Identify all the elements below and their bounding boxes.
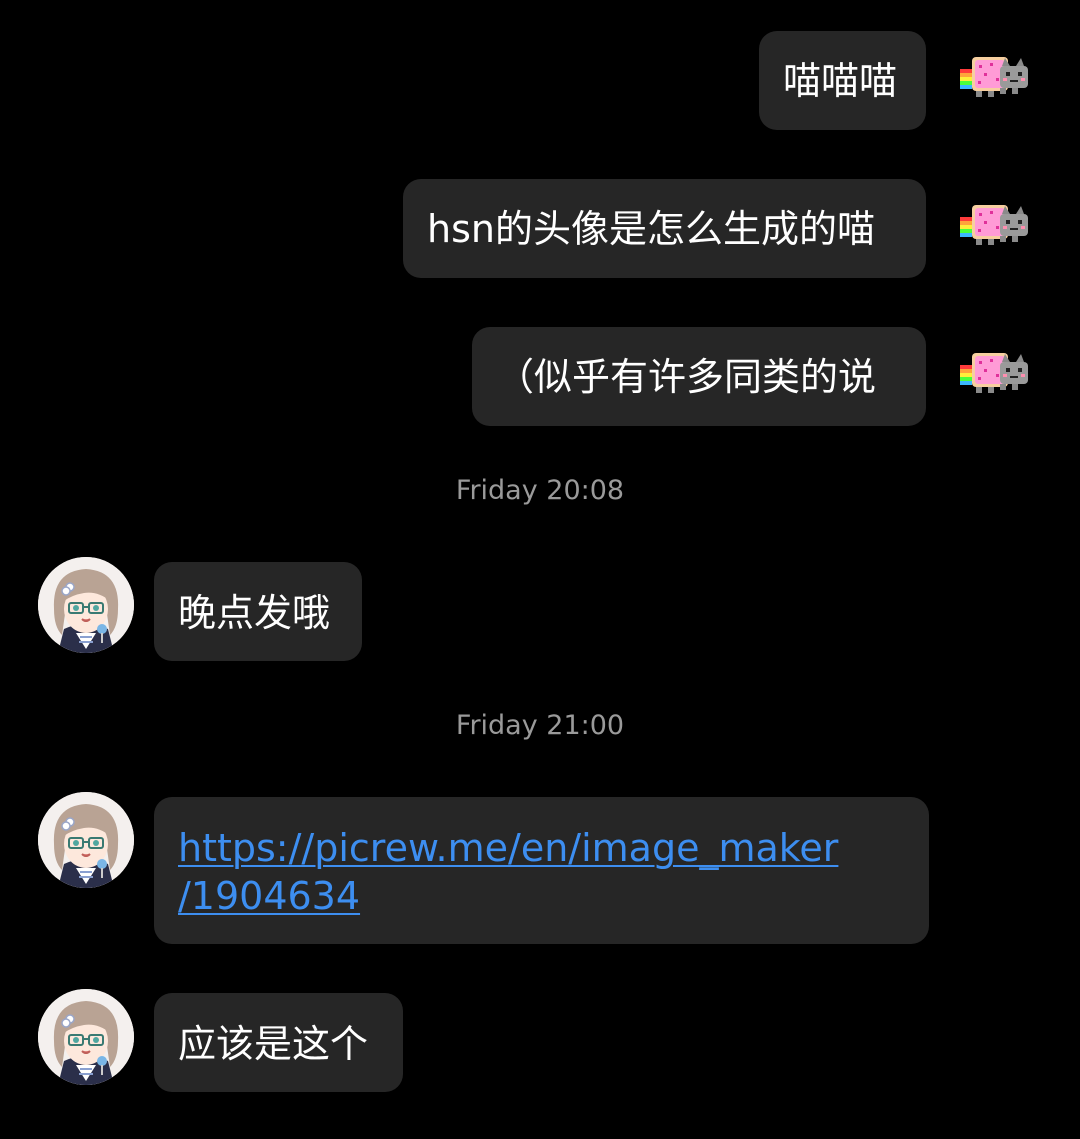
chat-thread: 喵喵喵 hsn的头像是怎么生成的喵 （似乎有许多同类的说 Friday 20:0… — [0, 0, 1080, 1139]
message-bubble-incoming[interactable]: 晚点发哦 — [154, 562, 362, 661]
nyan-cat-icon[interactable] — [960, 200, 1032, 252]
timestamp: Friday 21:00 — [455, 710, 625, 741]
nyan-cat-icon[interactable] — [960, 348, 1032, 400]
link-line-2: /1904634 — [178, 874, 361, 918]
message-text: 喵喵喵 — [783, 59, 898, 103]
message-link[interactable]: https://picrew.me/en/image_maker /190463… — [178, 824, 907, 920]
message-text: （似乎有许多同类的说 — [496, 355, 877, 399]
link-line-1: https://picrew.me/en/image_maker — [178, 826, 839, 870]
message-text: 应该是这个 — [178, 1022, 369, 1066]
message-bubble-outgoing[interactable]: hsn的头像是怎么生成的喵 — [403, 179, 926, 278]
timestamp: Friday 20:08 — [455, 475, 625, 506]
message-bubble-incoming[interactable]: 应该是这个 — [154, 993, 403, 1092]
message-bubble-outgoing[interactable]: （似乎有许多同类的说 — [472, 327, 926, 426]
avatar[interactable] — [38, 989, 134, 1085]
avatar[interactable] — [38, 792, 134, 888]
avatar[interactable] — [38, 557, 134, 653]
message-text: 晚点发哦 — [178, 591, 331, 635]
nyan-cat-icon[interactable] — [960, 52, 1032, 104]
message-bubble-outgoing[interactable]: 喵喵喵 — [759, 31, 926, 130]
message-bubble-incoming[interactable]: https://picrew.me/en/image_maker /190463… — [154, 797, 929, 944]
message-text: hsn的头像是怎么生成的喵 — [427, 207, 875, 251]
